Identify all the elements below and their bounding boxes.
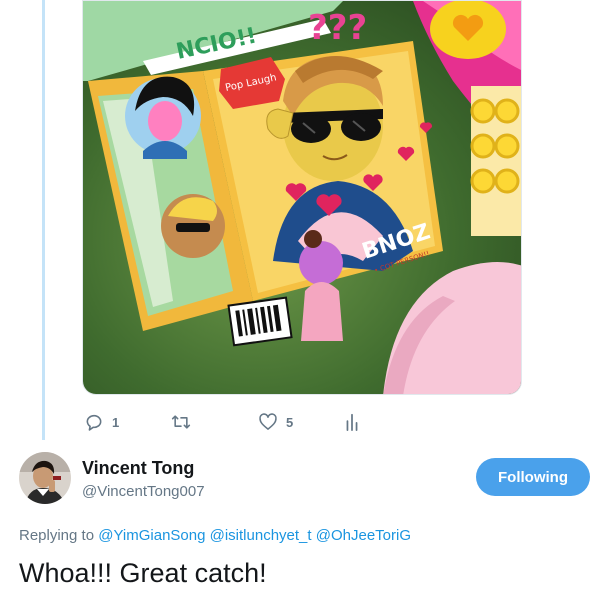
retweet-button[interactable] xyxy=(170,408,200,436)
reply-count: 1 xyxy=(112,414,120,430)
following-button[interactable]: Following xyxy=(476,458,590,496)
tweet-media-image[interactable]: NCIO!! ??? Pop Laugh BNOZ • COT PERSON!! xyxy=(82,0,522,395)
retweet-icon xyxy=(170,412,192,432)
reply-button[interactable]: 1 xyxy=(84,408,119,436)
replying-to-line: Replying to @YimGianSong @isitlunchyet_t… xyxy=(19,527,411,544)
tweet-text: Whoa!!! Great catch! xyxy=(19,558,267,588)
author-handle[interactable]: @VincentTong007 xyxy=(82,483,205,500)
analytics-icon xyxy=(344,412,360,432)
tweet-action-bar: 1 5 xyxy=(82,408,442,436)
mention-link[interactable]: @OhJeeToriG xyxy=(316,527,411,544)
author-display-name[interactable]: Vincent Tong xyxy=(82,458,194,479)
like-count: 5 xyxy=(286,414,294,430)
magazine-question-marks: ??? xyxy=(308,8,367,48)
mention-link[interactable]: @isitlunchyet_t xyxy=(210,527,312,544)
tweet-author-header: Vincent Tong @VincentTong007 Following xyxy=(19,452,594,512)
tweet-thread: NCIO!! ??? Pop Laugh BNOZ • COT PERSON!!… xyxy=(0,0,600,600)
analytics-button[interactable] xyxy=(344,408,360,436)
avatar[interactable] xyxy=(19,452,71,504)
like-button[interactable]: 5 xyxy=(258,408,293,436)
replying-to-label: Replying to xyxy=(19,527,95,544)
mention-link[interactable]: @YimGianSong xyxy=(98,527,205,544)
heart-icon xyxy=(258,412,278,432)
thread-connector-line xyxy=(42,0,45,440)
reply-icon xyxy=(84,412,104,432)
